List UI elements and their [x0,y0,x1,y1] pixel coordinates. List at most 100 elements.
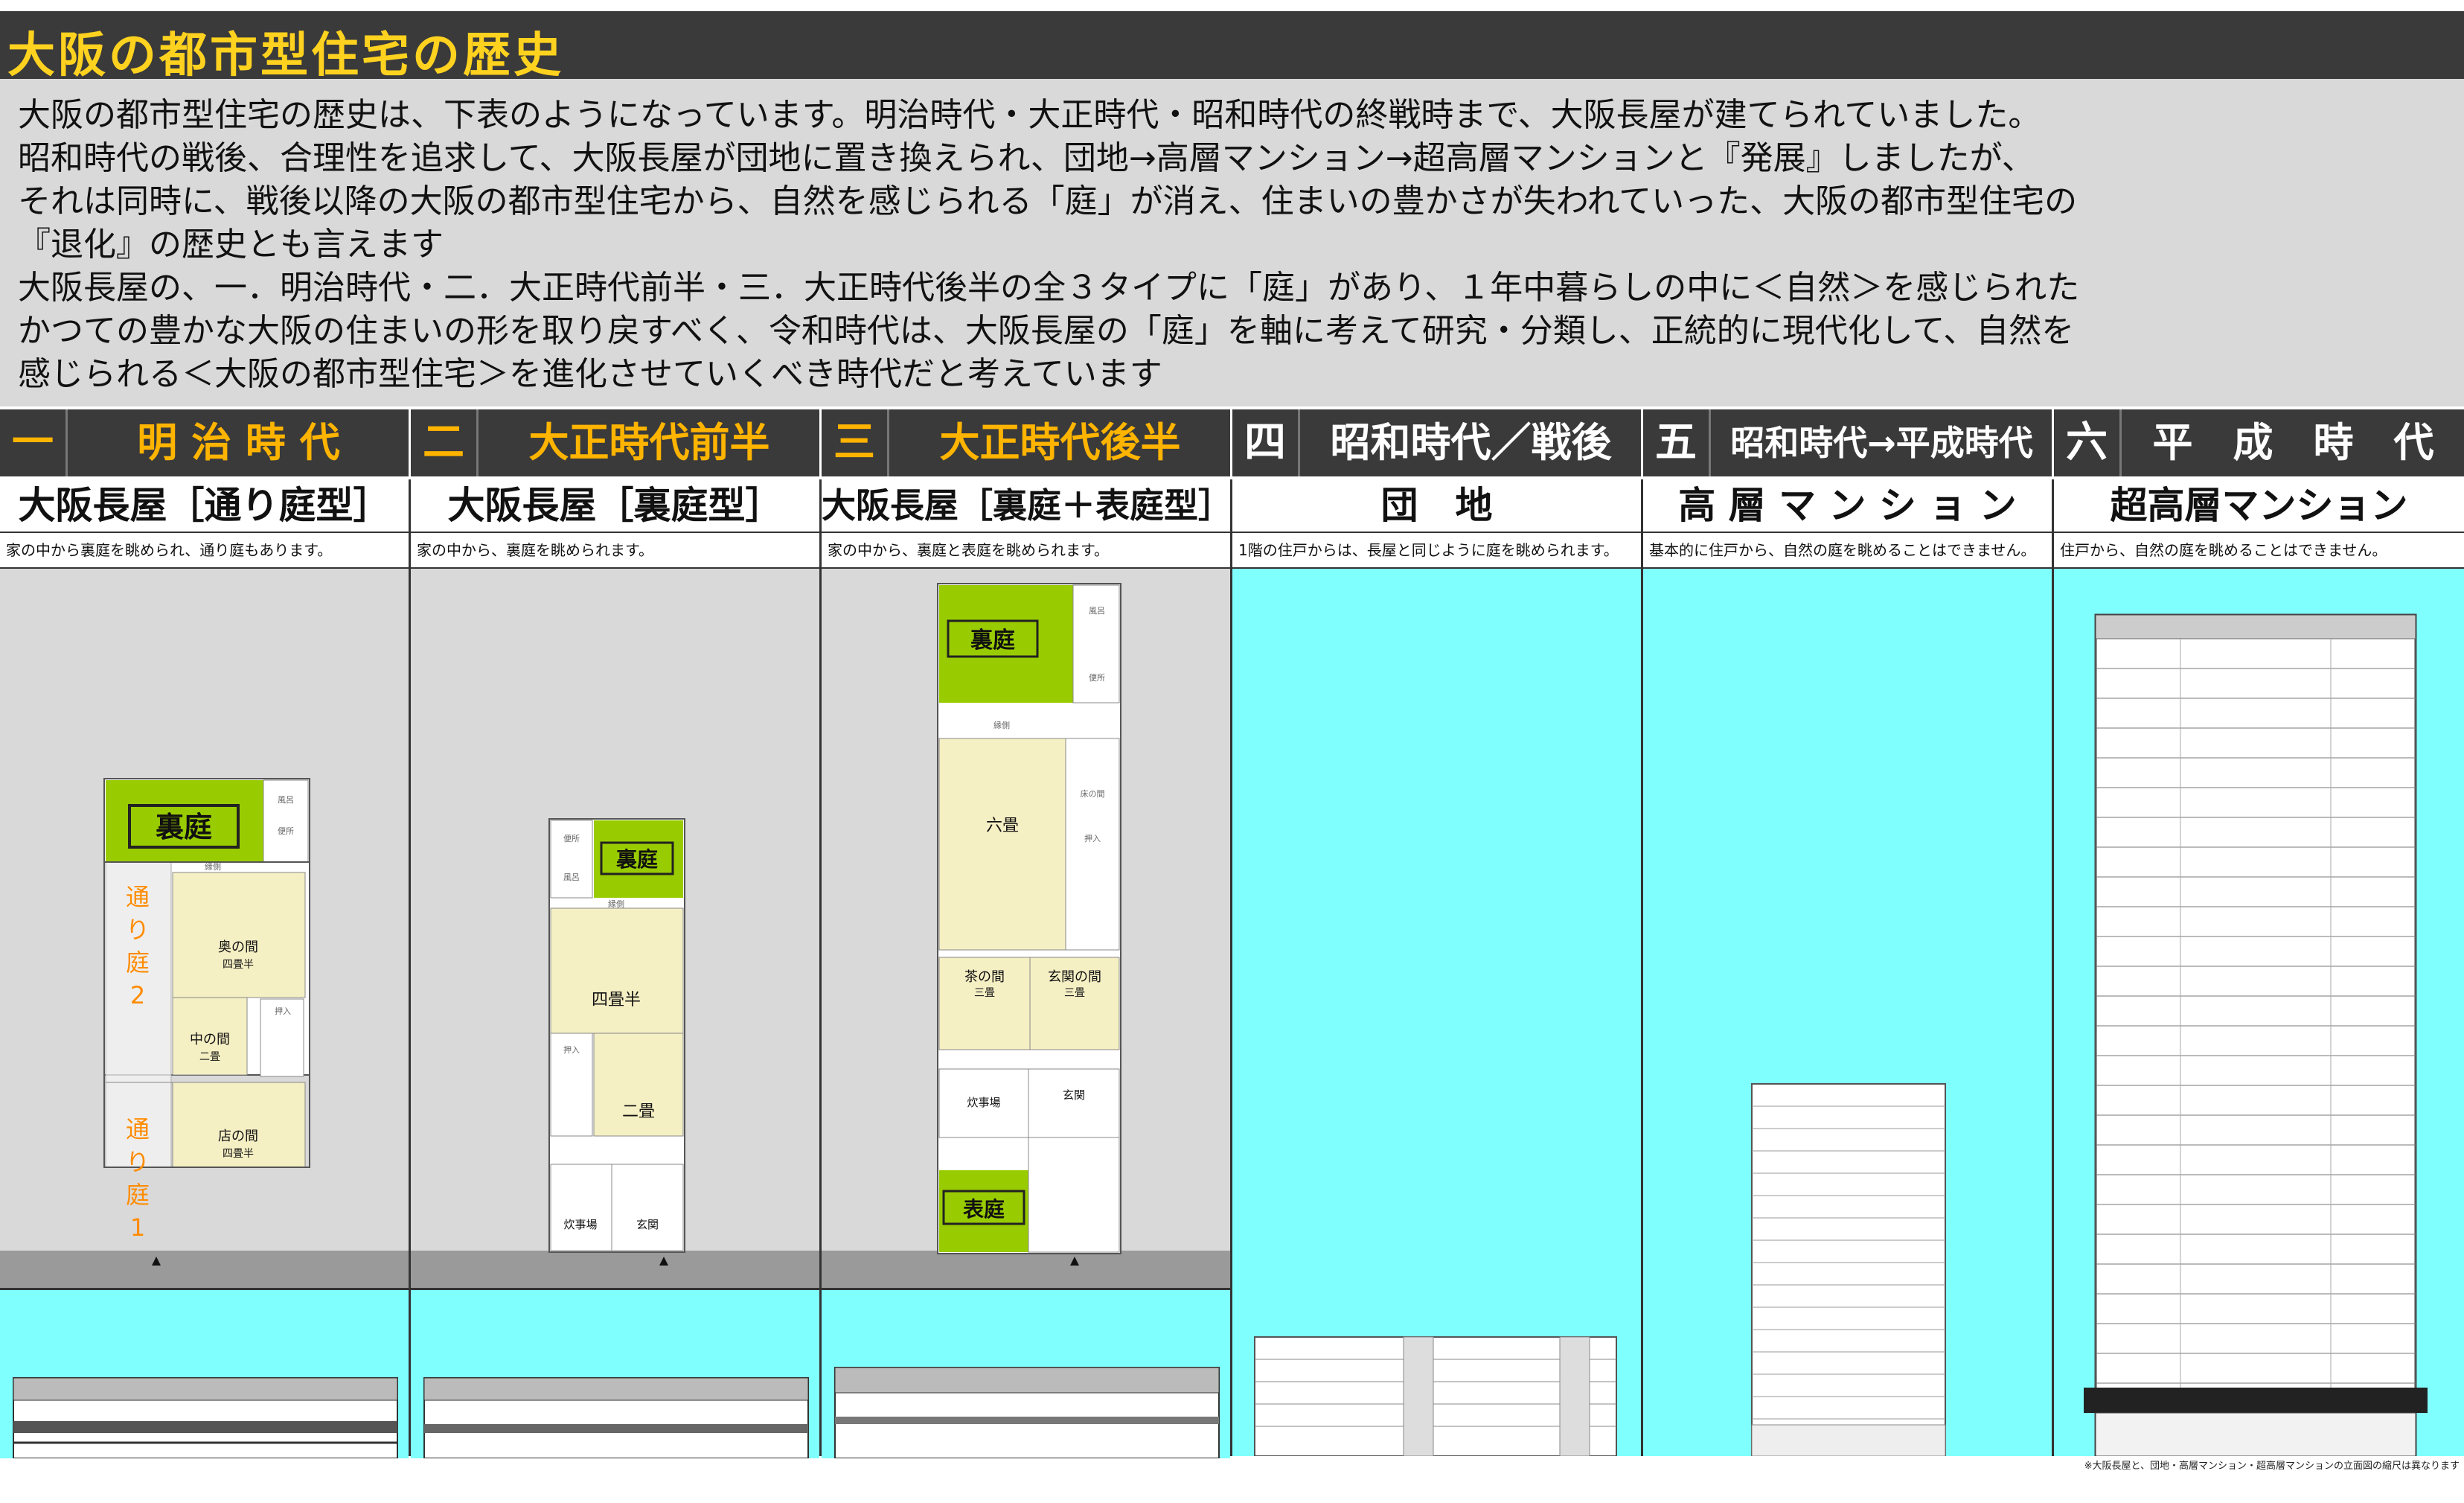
panel-meiji: 裏庭 通 り 庭 2 通 り 庭 1 奥の間 四畳半 中の間 二畳 店の間 四畳… [0,569,411,1458]
era-number: 三 [822,409,889,476]
type-label: 大阪長屋［裏庭＋表庭型］ [822,479,1232,532]
era-meiji: 一 明 治 時 代 [0,409,411,476]
panel-taisho-late: 裏庭 表庭 六畳 茶の間 三畳 玄関の間 三畳 炊事場 玄関 床の間 押入 縁側… [822,569,1232,1458]
svg-text:便所: 便所 [1089,673,1105,683]
svg-text:り: り [126,916,150,944]
era-name: 昭和時代→平成時代 [1730,423,2033,463]
intro-line: 大阪長屋の、一．明治時代・二．大正時代前半・三．大正時代後半の全３タイプに「庭」… [18,269,2080,307]
garden-label: 裏庭 [616,847,658,872]
era-name: 明 治 時 代 [137,419,340,466]
intro-line: 大阪の都市型住宅の歴史は、下表のようになっています。明治時代・大正時代・昭和時代… [18,96,2041,134]
era-number: 一 [0,409,68,476]
type-label: 団 地 [1232,479,1643,532]
svg-text:中の間: 中の間 [190,1032,230,1047]
type-description: 1階の住戸からは、長屋と同じように庭を眺められます。 [1232,533,1643,567]
svg-text:庭: 庭 [126,1181,150,1209]
intro-panel: 大阪の都市型住宅の歴史は、下表のようになっています。明治時代・大正時代・昭和時代… [0,79,2464,406]
svg-text:通: 通 [126,1115,150,1143]
floor-plan-meiji: 裏庭 通 り 庭 2 通 り 庭 1 奥の間 四畳半 中の間 二畳 店の間 四畳… [103,778,310,1266]
panel-taisho-early: 裏庭 四畳半 二畳 炊事場 玄関 便所 風呂 縁側 押入 [411,569,822,1458]
svg-text:二畳: 二畳 [199,1051,220,1063]
svg-text:り: り [126,1148,150,1176]
garden-label: 裏庭 [970,628,1015,654]
elevation-area [822,1288,1230,1458]
era-showa-heisei: 五 昭和時代→平成時代 [1643,409,2054,476]
svg-text:炊事場: 炊事場 [967,1096,1000,1109]
svg-text:炊事場: 炊事場 [563,1218,597,1231]
era-number: 六 [2054,409,2122,476]
footnote: ※大阪長屋と、団地・高層マンション・超高層マンションの立面図の縮尺は異なります [2084,1461,2460,1472]
svg-text:便所: 便所 [278,826,294,836]
era-taisho-early: 二 大正時代前半 [411,409,822,476]
svg-text:奥の間: 奥の間 [218,939,258,955]
svg-text:床の間: 床の間 [1081,788,1105,799]
svg-text:縁側: 縁側 [993,720,1010,730]
floor-plan-taisho-late: 裏庭 表庭 六畳 茶の間 三畳 玄関の間 三畳 炊事場 玄関 床の間 押入 縁側… [937,583,1121,1266]
nagaya-elevation [834,1367,1220,1458]
svg-text:四畳半: 四畳半 [223,959,254,971]
intro-line: 『退化』の歴史とも言えます [18,226,444,264]
era-showa-postwar: 四 昭和時代／戦後 [1232,409,1643,476]
era-name: 平 成 時 代 [2152,419,2434,466]
panel-danchi [1232,569,1643,1456]
type-description: 住戸から、自然の庭を眺めることはできません。 [2060,541,2387,559]
svg-text:二畳: 二畳 [622,1102,655,1121]
type-label: 大阪長屋［通り庭型］ [0,479,411,532]
type-description: 家の中から、裏庭を眺められます。 [411,533,822,567]
era-name: 昭和時代／戦後 [1330,419,1612,466]
panel-super-highrise [2054,569,2464,1456]
page-title: 大阪の都市型住宅の歴史 [7,28,564,83]
era-name: 大正時代前半 [528,419,770,466]
svg-text:風呂: 風呂 [278,795,294,805]
housing-type-row: 大阪長屋［通り庭型］ 大阪長屋［裏庭型］ 大阪長屋［裏庭＋表庭型］ 団 地 高 … [0,479,2464,533]
era-heisei: 六 平 成 時 代 [2054,409,2464,476]
svg-text:六畳: 六畳 [986,817,1019,835]
floor-plan-taisho-early: 裏庭 四畳半 二畳 炊事場 玄関 便所 風呂 縁側 押入 [548,818,685,1266]
elevation-area [0,1288,409,1458]
era-header-row: 一 明 治 時 代 二 大正時代前半 三 大正時代後半 四 昭和時代／戦後 五 … [0,409,2464,476]
svg-text:押入: 押入 [275,1006,291,1016]
type-description: 基本的に住戸から、自然の庭を眺めることはできません。 [1643,533,2054,567]
svg-text:茶の間: 茶の間 [964,969,1005,985]
svg-text:縁側: 縁側 [608,899,624,909]
super-highrise-elevation [2084,613,2428,1456]
garden-label: 裏庭 [156,811,212,843]
type-label: 大阪長屋［裏庭型］ [411,479,822,532]
garden-label: 表庭 [963,1197,1005,1222]
svg-text:店の間: 店の間 [218,1129,258,1144]
svg-text:四畳半: 四畳半 [592,991,641,1009]
era-number: 五 [1643,409,1711,476]
svg-text:玄関: 玄関 [1063,1088,1085,1102]
panel-highrise [1643,569,2054,1456]
svg-text:押入: 押入 [563,1044,580,1055]
svg-text:玄関の間: 玄関の間 [1048,969,1101,985]
svg-text:玄関: 玄関 [636,1218,659,1231]
intro-line: 感じられる＜大阪の都市型住宅＞を進化させていくべき時代だと考えています [18,355,1162,393]
svg-text:便所: 便所 [563,834,580,843]
type-description: 家の中から裏庭を眺められ、通り庭もあります。 [0,533,411,567]
svg-text:押入: 押入 [1084,833,1101,843]
description-row: 家の中から裏庭を眺められ、通り庭もあります。 家の中から、裏庭を眺められます。 … [0,533,2464,569]
svg-text:三畳: 三畳 [974,987,995,999]
era-number: 四 [1232,409,1300,476]
svg-text:2: 2 [130,981,145,1009]
intro-line: かつての豊かな大阪の住まいの形を取り戻すべく、令和時代は、大阪長屋の「庭」を軸に… [18,312,2075,350]
era-name: 大正時代後半 [939,419,1181,466]
title-bar: 大阪の都市型住宅の歴史 [0,11,2464,83]
svg-text:三畳: 三畳 [1064,987,1085,999]
svg-text:四畳半: 四畳半 [223,1148,254,1160]
era-taisho-late: 三 大正時代後半 [822,409,1232,476]
danchi-elevation [1254,1336,1617,1456]
highrise-elevation [1751,1083,1946,1456]
nagaya-elevation [13,1377,398,1458]
nagaya-elevation [423,1377,809,1458]
era-number: 二 [411,409,479,476]
intro-line: 昭和時代の戦後、合理性を追求して、大阪長屋が団地に置き換えられ、団地→高層マンシ… [18,139,2035,177]
svg-text:縁側: 縁側 [205,861,221,872]
svg-text:風呂: 風呂 [563,872,580,882]
type-description: 家の中から、裏庭と表庭を眺められます。 [822,533,1232,567]
svg-text:1: 1 [130,1213,145,1242]
type-label: 超高層マンション [2110,484,2408,527]
type-label: 高 層 マ ン シ ョ ン [1643,479,2054,532]
intro-line: それは同時に、戦後以降の大阪の都市型住宅から、自然を感じられる「庭」が消え、住ま… [18,182,2078,220]
